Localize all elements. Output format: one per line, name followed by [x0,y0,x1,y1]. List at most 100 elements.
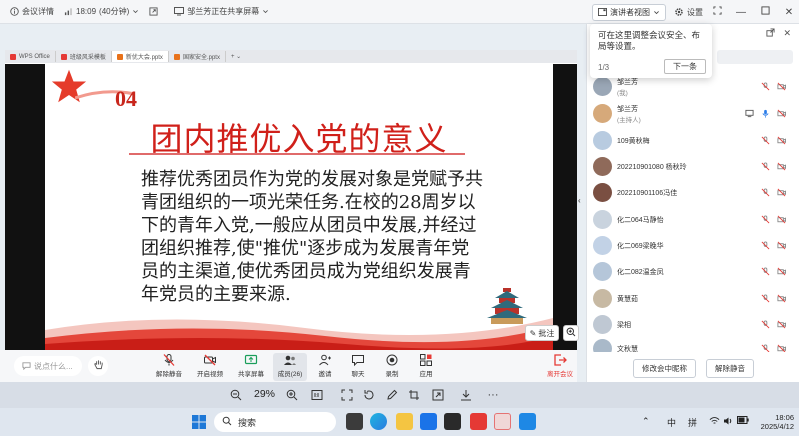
participant-row[interactable]: 化二082温金凤 [587,259,799,285]
windows-start-icon[interactable] [192,415,206,429]
mic-muted-icon[interactable] [761,136,770,145]
file-explorer-icon[interactable] [396,413,413,430]
zoom-out-button[interactable] [228,387,244,403]
camera-off-icon[interactable] [777,82,786,91]
rename-button[interactable]: 修改会中昵称 [633,358,696,378]
edge-icon[interactable] [370,413,387,430]
participant-row[interactable]: 梁相 [587,312,799,338]
mic-muted-icon[interactable] [761,320,770,329]
apps-label: 应用 [419,371,433,378]
sharing-status[interactable]: 邹兰芳正在共享屏幕 [174,6,269,17]
invite-button[interactable]: 邀请 [308,353,342,381]
member-search-input[interactable] [717,50,793,64]
participant-row[interactable]: 202210901106冯佳 [587,180,799,206]
ime-mode[interactable]: 拼 [688,416,697,429]
wps-icon[interactable] [470,413,487,430]
zoom-in-button[interactable] [563,325,579,341]
camera-off-icon[interactable] [777,294,786,303]
mic-muted-icon[interactable] [761,162,770,171]
fit-window-button[interactable] [339,387,355,403]
download-button[interactable] [458,387,474,403]
zoom-in-button[interactable] [284,387,300,403]
unmute-self-button[interactable]: 解除静音 [706,358,754,378]
participant-row[interactable]: 109黄秋梅 [587,128,799,154]
browser-tab-pptx-1[interactable]: 新优大会.pptx [111,51,169,62]
security-icon[interactable] [420,413,437,430]
speaker-view-button[interactable]: 演讲者视图 [592,3,666,21]
ime-language[interactable]: 中 [667,416,676,429]
members-button[interactable]: 成员(26) [273,353,307,381]
expand-icon [149,7,158,16]
mic-on-icon[interactable] [761,109,770,118]
wifi-icon[interactable] [709,416,720,428]
maximize-button[interactable] [755,2,775,22]
raise-hand-button[interactable] [88,356,108,376]
mic-muted-icon[interactable] [761,267,770,276]
participant-row[interactable]: 化二064马静怡 [587,207,799,233]
meeting-details-button[interactable]: 会议详情 [10,6,54,17]
fullscreen-button[interactable] [707,2,727,22]
more-options-button[interactable]: ··· [485,387,501,403]
collapse-panel-arrow-icon[interactable]: ‹ [578,196,581,205]
start-video-button[interactable]: 开启视频 [193,353,227,381]
new-tab-button[interactable]: + ⌄ [226,51,246,62]
browser-tab-pptx-2[interactable]: 国家安全.pptx [169,51,226,62]
taskbar-search[interactable]: 搜索 [214,412,336,432]
annotate-button[interactable]: ✎ 批注 [525,325,559,341]
participant-row[interactable]: 202210901080 杨秋玲 [587,154,799,180]
qq-icon[interactable] [494,413,511,430]
mic-muted-icon[interactable] [761,215,770,224]
task-view-icon[interactable] [346,413,363,430]
battery-icon[interactable] [737,416,749,426]
participant-row[interactable]: 化二069梁晚华 [587,233,799,259]
minimize-button[interactable]: — [731,2,751,22]
edit-button[interactable] [384,387,400,403]
taskbar-search-label: 搜索 [238,417,257,428]
share-screen-button[interactable]: 共享屏幕 [234,353,268,381]
tray-expand-icon[interactable]: ⌃ [642,416,650,427]
search-icon [222,416,232,428]
settings-button[interactable]: 设置 [674,7,703,18]
participant-row[interactable]: 黄慧茹 [587,286,799,312]
tab-label: WPS Office [19,53,50,60]
unmute-button[interactable]: 解除静音 [152,353,186,381]
mic-muted-icon[interactable] [761,294,770,303]
camera-off-icon[interactable] [777,215,786,224]
mic-muted-icon[interactable] [761,344,770,352]
pen-icon: ✎ [529,328,537,338]
close-window-button[interactable]: ✕ [779,2,799,22]
apps-button[interactable]: 应用 [409,353,443,381]
chevron-down-icon[interactable] [132,8,139,15]
participant-row[interactable]: 邹兰芳 (主持人) [587,101,799,127]
camera-off-icon[interactable] [777,241,786,250]
participant-row[interactable]: 文秋慧 [587,336,799,352]
camera-off-icon[interactable] [777,136,786,145]
mic-muted-icon[interactable] [761,188,770,197]
tooltip-next-button[interactable]: 下一条 [664,59,706,74]
chat-input[interactable]: 说点什么... [14,356,82,376]
close-icon[interactable]: ✕ [783,28,791,39]
more-tools-button[interactable] [430,387,446,403]
mic-muted-icon[interactable] [761,82,770,91]
camera-off-icon[interactable] [777,109,786,118]
camera-off-icon[interactable] [777,320,786,329]
mic-muted-icon[interactable] [761,241,770,250]
camera-off-icon[interactable] [777,188,786,197]
record-button[interactable]: 录制 [375,353,409,381]
chat-button[interactable]: 聊天 [341,353,375,381]
popout-icon[interactable] [766,28,776,39]
rotate-button[interactable] [361,387,377,403]
camera-off-icon[interactable] [777,162,786,171]
store-icon[interactable] [444,413,461,430]
system-clock[interactable]: 18:06 2025/4/12 [752,413,794,431]
leave-meeting-button[interactable]: 离开会议 [543,353,577,381]
meeting-app-icon[interactable] [519,413,536,430]
browser-tab-wps[interactable]: WPS Office [5,51,56,62]
camera-off-icon[interactable] [777,267,786,276]
actual-size-button[interactable] [309,387,325,403]
expand-button[interactable] [149,7,158,16]
crop-button[interactable] [406,387,422,403]
volume-icon[interactable] [723,416,733,428]
camera-off-icon[interactable] [777,344,786,352]
browser-tab-template[interactable]: 班级风采模板 [56,51,112,62]
